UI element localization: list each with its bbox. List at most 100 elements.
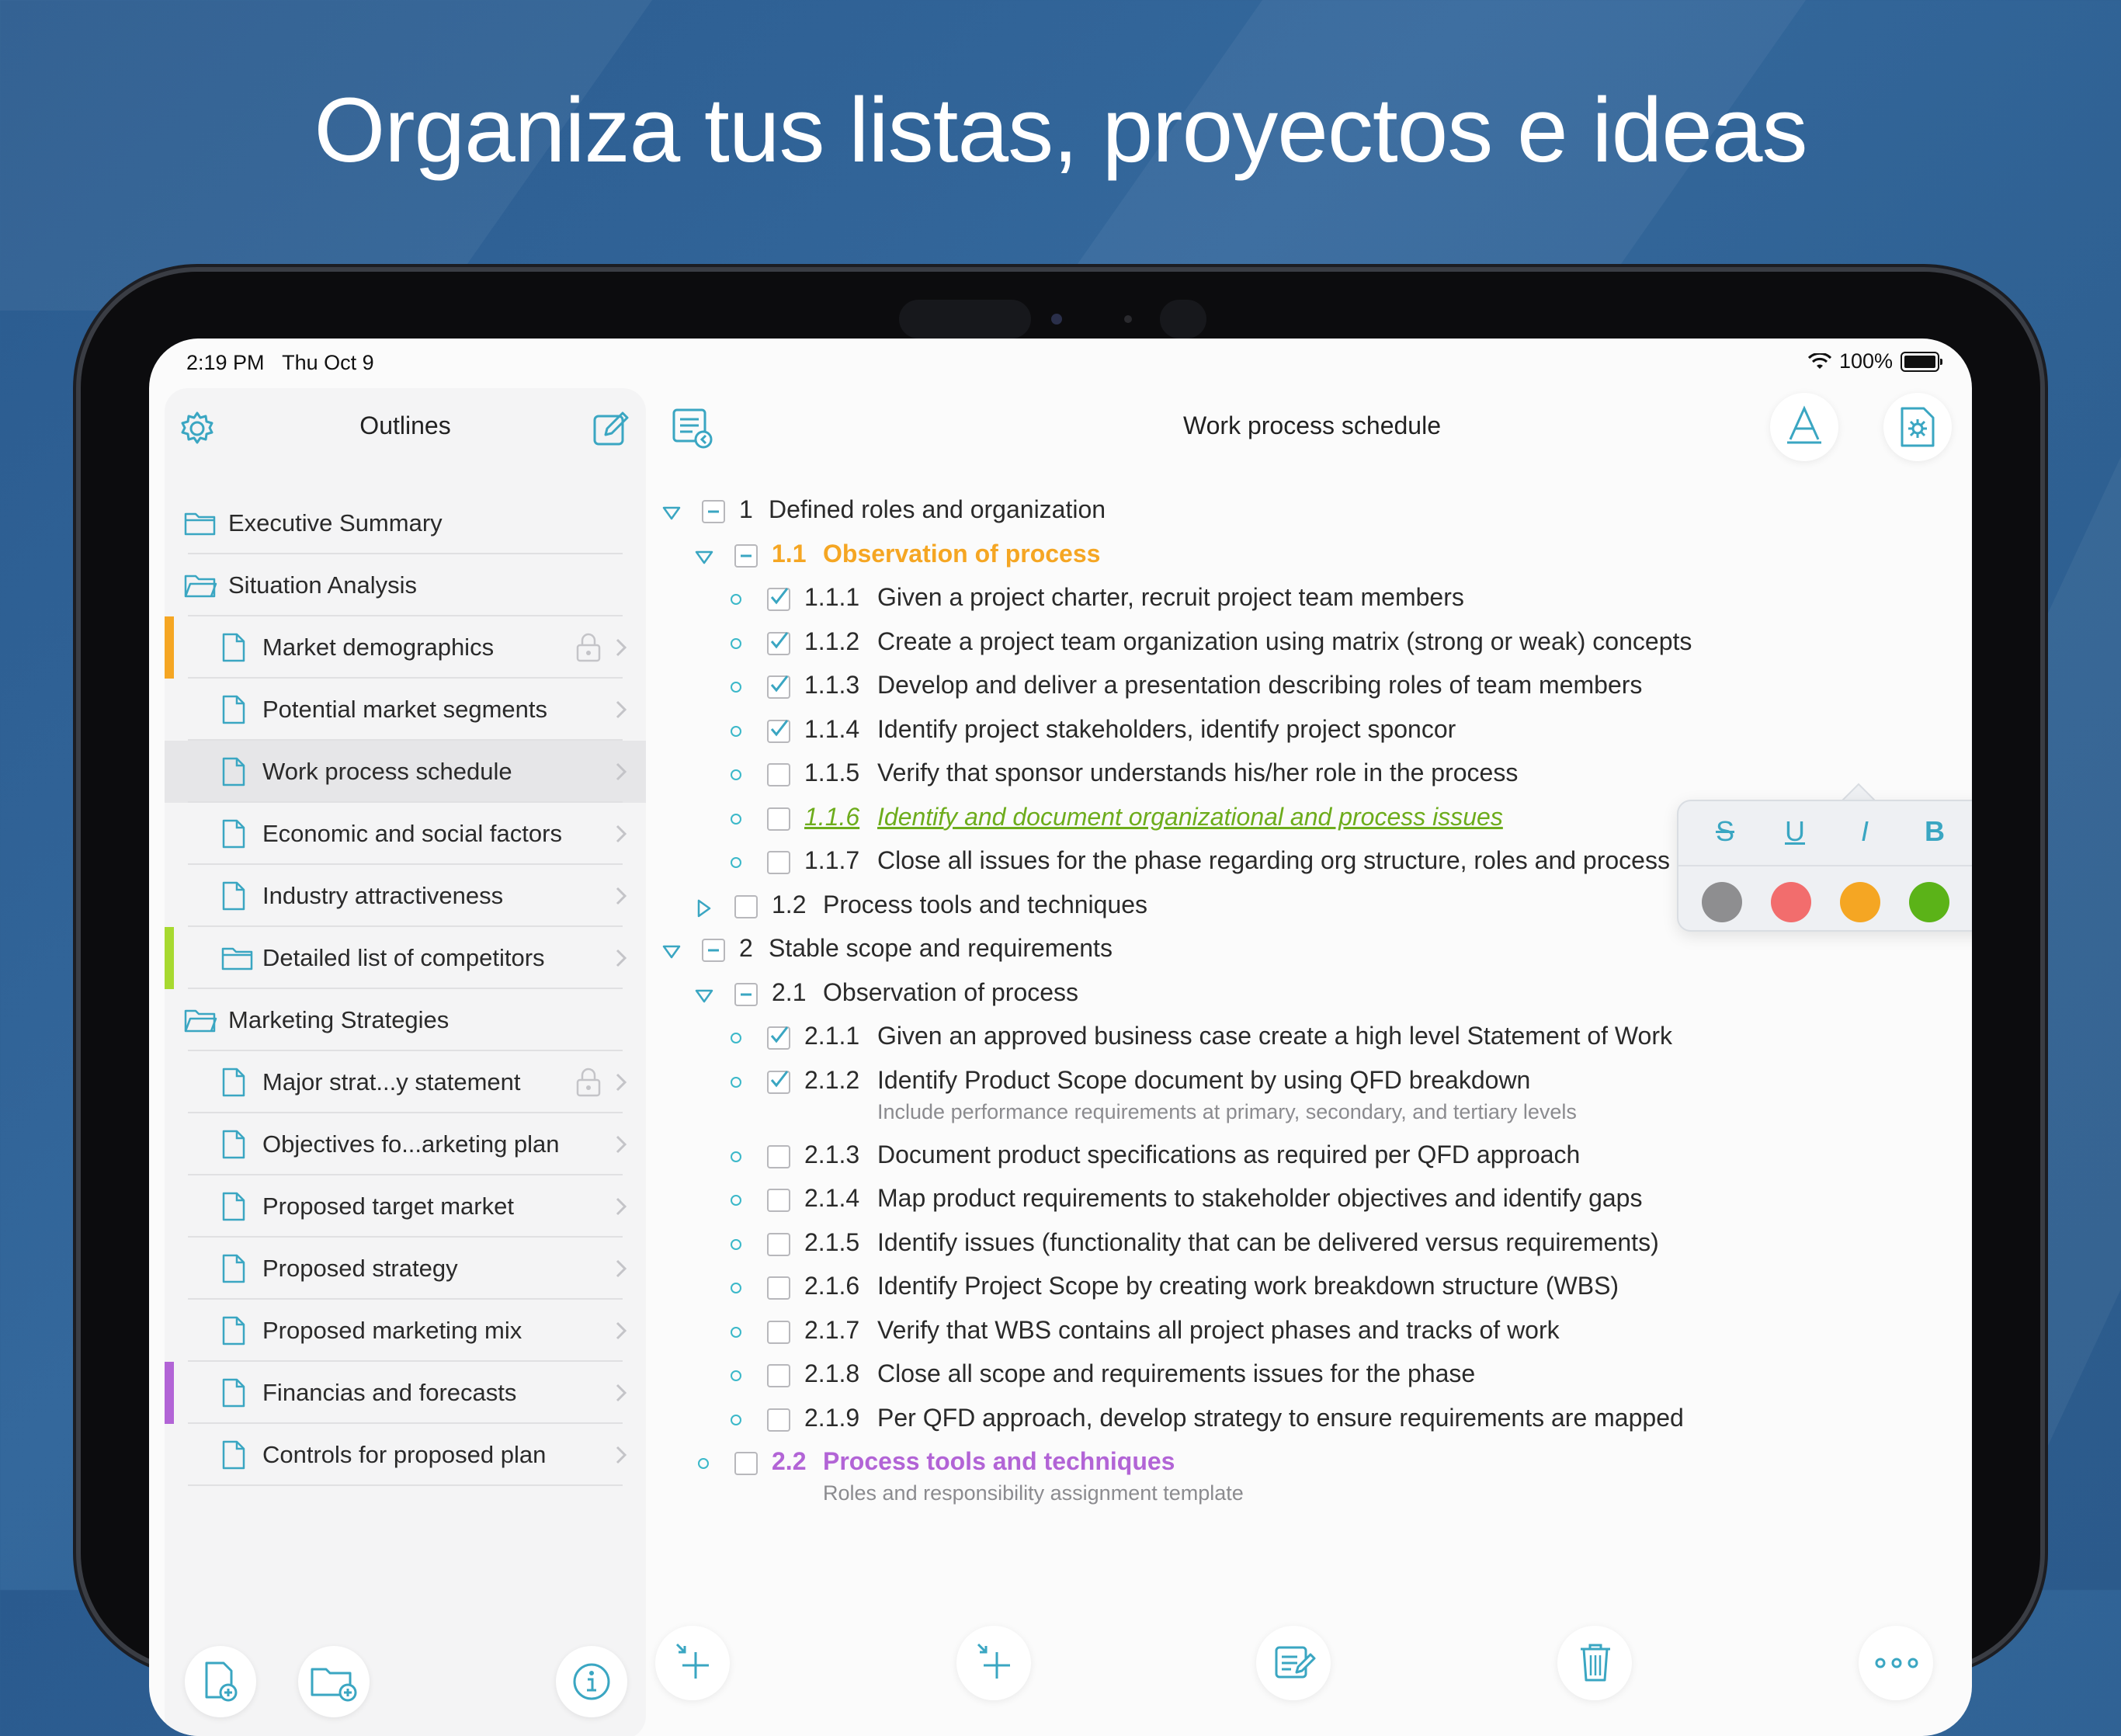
sidebar-item[interactable]: Executive Summary	[165, 492, 646, 554]
outline-text[interactable]: Verify that WBS contains all project pha…	[877, 1316, 1560, 1345]
color-swatch[interactable]	[1840, 882, 1880, 922]
sidebar-item[interactable]: Controls for proposed plan	[165, 1424, 646, 1486]
checkbox-checked[interactable]	[767, 588, 790, 611]
underline-button[interactable]: U	[1772, 815, 1818, 854]
sidebar-item[interactable]: Market demographics	[165, 616, 646, 679]
outline-text[interactable]: Verify that sponsor understands his/her …	[877, 759, 1518, 787]
checkbox-checked[interactable]	[767, 1026, 790, 1050]
outline-row[interactable]: 1.1.3 Develop and deliver a presentation …	[652, 671, 1972, 714]
outline-row[interactable]: 1.1.2 Create a project team organization …	[652, 627, 1972, 671]
checkbox[interactable]	[734, 894, 758, 918]
new-folder-button[interactable]	[298, 1646, 370, 1717]
checkbox[interactable]	[767, 851, 790, 874]
new-document-button[interactable]	[185, 1646, 256, 1717]
outline-text[interactable]: Close all scope and requirements issues …	[877, 1359, 1475, 1388]
strikethrough-button[interactable]: S	[1702, 815, 1748, 854]
checkbox[interactable]	[734, 1452, 758, 1475]
outline-text[interactable]: Map product requirements to stakeholder …	[877, 1184, 1642, 1213]
color-swatch[interactable]	[1909, 882, 1949, 922]
outline-row[interactable]: 2.2 Process tools and techniques Roles and…	[652, 1447, 1972, 1505]
sidebar-item[interactable]: Proposed strategy	[165, 1238, 646, 1300]
outline-text[interactable]: Create a project team organization using…	[877, 627, 1692, 656]
outline-text[interactable]: Process tools and techniques	[823, 1447, 1175, 1476]
outline-text[interactable]: Stable scope and requirements	[769, 934, 1113, 963]
checkbox-checked[interactable]	[767, 1070, 790, 1094]
outline-row[interactable]: 2.1.3 Document product specifications as …	[652, 1141, 1972, 1184]
sidebar-item[interactable]: Work process schedule	[165, 741, 646, 803]
bold-button[interactable]: B	[1911, 815, 1958, 854]
outline-row[interactable]: 2.1.6 Identify Project Scope by creating …	[652, 1272, 1972, 1315]
checkbox-partial[interactable]	[702, 939, 725, 962]
disclosure-expanded-icon[interactable]	[661, 942, 682, 962]
outline-text[interactable]: Identify Product Scope document by using…	[877, 1066, 1530, 1095]
outline-row[interactable]: 1.1.5 Verify that sponsor understands his…	[652, 759, 1972, 802]
checkbox-partial[interactable]	[734, 982, 758, 1006]
sidebar-item[interactable]: Economic and social factors	[165, 803, 646, 865]
sidebar-item[interactable]: Major strat...y statement	[165, 1051, 646, 1113]
checkbox[interactable]	[767, 1276, 790, 1300]
checkbox-partial[interactable]	[702, 500, 725, 523]
checkbox[interactable]	[767, 807, 790, 831]
outline-text[interactable]: Observation of process	[823, 978, 1078, 1007]
disclosure-collapsed-icon[interactable]	[694, 898, 714, 918]
outline-row[interactable]: 1.1 Observation of process	[652, 540, 1972, 583]
add-sibling-button[interactable]	[956, 1626, 1031, 1700]
checkbox[interactable]	[767, 1320, 790, 1344]
outline-text[interactable]: Document product specifications as requi…	[877, 1141, 1580, 1169]
outline-text[interactable]: Identify project stakeholders, identify …	[877, 715, 1456, 744]
note-button[interactable]	[1256, 1626, 1331, 1700]
checkbox[interactable]	[767, 763, 790, 786]
checkbox[interactable]	[767, 1364, 790, 1387]
outline-text[interactable]: Identify Project Scope by creating work …	[877, 1272, 1619, 1300]
outline-text[interactable]: Per QFD approach, develop strategy to en…	[877, 1404, 1684, 1432]
info-button[interactable]	[556, 1646, 627, 1717]
outline-row[interactable]: 2.1.8 Close all scope and requirements is…	[652, 1359, 1972, 1403]
sidebar-item[interactable]: Financias and forecasts	[165, 1362, 646, 1424]
checkbox[interactable]	[767, 1408, 790, 1432]
outline-row[interactable]: 1.1.1 Given a project charter, recruit pr…	[652, 583, 1972, 627]
outline-row[interactable]: 2.1 Observation of process	[652, 978, 1972, 1022]
more-button[interactable]	[1859, 1626, 1933, 1700]
outline-text[interactable]: Observation of process	[823, 540, 1100, 568]
checkbox-checked[interactable]	[767, 719, 790, 743]
outline-text[interactable]: Given a project charter, recruit project…	[877, 583, 1464, 612]
disclosure-expanded-icon[interactable]	[694, 547, 714, 568]
outline-text[interactable]: Identify issues (functionality that can …	[877, 1228, 1659, 1257]
outline-row[interactable]: 2.1.2 Identify Product Scope document by …	[652, 1066, 1972, 1123]
color-swatch[interactable]	[1702, 882, 1742, 922]
checkbox[interactable]	[767, 1232, 790, 1256]
sidebar-item[interactable]: Marketing Strategies	[165, 989, 646, 1051]
add-child-button[interactable]	[655, 1626, 730, 1700]
disclosure-expanded-icon[interactable]	[661, 503, 682, 523]
outline-row[interactable]: 1 Defined roles and organization	[652, 495, 1972, 539]
delete-button[interactable]	[1557, 1626, 1632, 1700]
disclosure-expanded-icon[interactable]	[694, 986, 714, 1006]
outline-text[interactable]: Given an approved business case create a…	[877, 1022, 1672, 1050]
outline-row[interactable]: 2.1.9 Per QFD approach, develop strategy …	[652, 1404, 1972, 1447]
compose-icon[interactable]	[592, 408, 632, 449]
outline-text[interactable]: Close all issues for the phase regarding…	[877, 846, 1670, 875]
sidebar-item[interactable]: Objectives fo...arketing plan	[165, 1113, 646, 1175]
outline-row[interactable]: 2 Stable scope and requirements	[652, 934, 1972, 977]
outline-text[interactable]: Identify and document organizational and…	[877, 803, 1503, 832]
italic-button[interactable]: I	[1842, 815, 1888, 854]
outline-row[interactable]: 2.1.1 Given an approved business case cre…	[652, 1022, 1972, 1065]
document-settings-button[interactable]	[1883, 393, 1952, 461]
sidebar-item[interactable]: Proposed marketing mix	[165, 1300, 646, 1362]
checkbox[interactable]	[767, 1144, 790, 1168]
outline-row[interactable]: 2.1.4 Map product requirements to stakeho…	[652, 1184, 1972, 1227]
sidebar-item[interactable]: Proposed target market	[165, 1175, 646, 1238]
outline-text[interactable]: Develop and deliver a presentation descr…	[877, 671, 1642, 700]
sidebar-item[interactable]: Industry attractiveness	[165, 865, 646, 927]
sidebar-item[interactable]: Potential market segments	[165, 679, 646, 741]
outline-row[interactable]: 2.1.5 Identify issues (functionality that…	[652, 1228, 1972, 1272]
checkbox-partial[interactable]	[734, 543, 758, 568]
outline-text[interactable]: Process tools and techniques	[823, 891, 1147, 919]
outline-text[interactable]: Defined roles and organization	[769, 495, 1106, 524]
outline-row[interactable]: 2.1.7 Verify that WBS contains all projec…	[652, 1316, 1972, 1359]
checkbox-checked[interactable]	[767, 675, 790, 699]
sidebar-item[interactable]: Situation Analysis	[165, 554, 646, 616]
sidebar-item[interactable]: Detailed list of competitors	[165, 927, 646, 989]
color-swatch[interactable]	[1771, 882, 1811, 922]
outline-row[interactable]: 1.1.4 Identify project stakeholders, iden…	[652, 715, 1972, 759]
